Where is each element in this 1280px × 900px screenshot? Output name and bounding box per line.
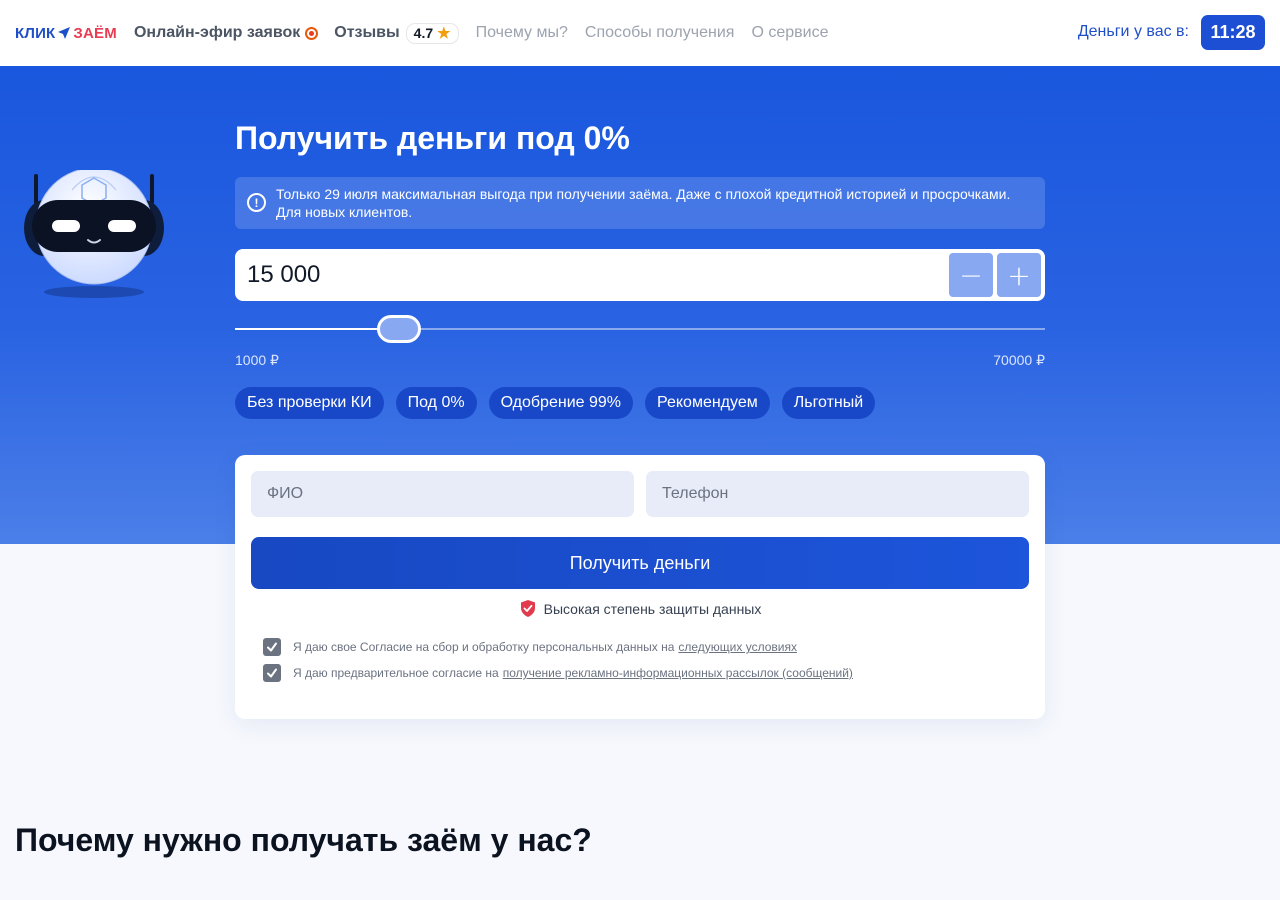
amount-control: − +: [235, 249, 1045, 301]
checkmark-icon: [267, 642, 277, 652]
site-header: КЛИК ЗАЁМ Онлайн-эфир заявок Отзывы 4.7 …: [0, 0, 1280, 66]
nav-reviews[interactable]: Отзывы 4.7 ★: [334, 22, 459, 44]
tag-preferential: Льготный: [781, 387, 876, 419]
checkmark-icon: [267, 668, 277, 678]
nav-about[interactable]: О сервисе: [751, 24, 828, 42]
application-form: Получить деньги Высокая степень защиты д…: [235, 455, 1045, 719]
tag-approval-rate: Одобрение 99%: [488, 387, 633, 419]
why-us-section-title: Почему нужно получать заём у нас?: [15, 822, 592, 858]
tag-recommended: Рекомендуем: [645, 387, 770, 419]
logo-text-part2: ЗАЁМ: [73, 24, 117, 42]
consent-marketing-link[interactable]: получение рекламно-информационных рассыл…: [503, 666, 853, 680]
data-security-text: Высокая степень защиты данных: [543, 600, 762, 617]
rating-value: 4.7: [413, 25, 434, 41]
consent-marketing-text: Я даю предварительное согласие на: [293, 666, 499, 680]
data-security-note: Высокая степень защиты данных: [235, 599, 1045, 618]
fio-input[interactable]: [251, 471, 634, 517]
amount-slider-fill: [235, 328, 399, 330]
nav-reviews-label: Отзывы: [334, 24, 400, 41]
shield-check-icon: [520, 600, 535, 617]
logo[interactable]: КЛИК ЗАЁМ: [15, 25, 117, 42]
logo-text-part1: КЛИК: [15, 24, 56, 42]
info-icon: !: [247, 193, 266, 212]
plus-icon: +: [1007, 258, 1031, 292]
nav-live-feed-label: Онлайн-эфир заявок: [133, 24, 301, 41]
consent-personal-data-link[interactable]: следующих условиях: [678, 640, 797, 654]
promo-notice-text: Только 29 июля максимальная выгода при п…: [276, 186, 1011, 220]
rating-badge: 4.7 ★: [405, 22, 459, 44]
decrease-amount-button[interactable]: −: [949, 253, 993, 297]
consent-personal-data-text: Я даю свое Согласие на сбор и обработку …: [293, 640, 675, 654]
minus-icon: −: [959, 258, 983, 292]
increase-amount-button[interactable]: +: [997, 253, 1041, 297]
hero-title: Получить деньги под 0%: [235, 120, 630, 156]
tag-no-credit-check: Без проверки КИ: [235, 387, 384, 419]
live-indicator-icon: [305, 26, 319, 40]
nav-receive-methods[interactable]: Способы получения: [585, 24, 735, 42]
nav-live-feed[interactable]: Онлайн-эфир заявок: [133, 24, 319, 42]
get-money-button[interactable]: Получить деньги: [251, 537, 1029, 589]
amount-max-label: 70000 ₽: [993, 352, 1045, 368]
money-eta-time: 11:28: [1201, 15, 1265, 50]
promo-notice: ! Только 29 июля максимальная выгода при…: [235, 177, 1045, 229]
tag-zero-percent: Под 0%: [395, 387, 477, 419]
amount-slider-thumb[interactable]: [377, 315, 421, 343]
nav-why-us[interactable]: Почему мы?: [476, 24, 568, 42]
phone-input[interactable]: [646, 471, 1029, 517]
amount-min-label: 1000 ₽: [235, 352, 279, 368]
consent-personal-data-checkbox[interactable]: [263, 638, 281, 656]
feature-tags: Без проверки КИ Под 0% Одобрение 99% Рек…: [235, 387, 876, 419]
robot-mascot: [24, 170, 164, 298]
star-icon: ★: [437, 25, 451, 42]
paper-plane-icon: [58, 27, 71, 39]
consent-marketing: Я даю предварительное согласие на получе…: [263, 664, 853, 682]
amount-input[interactable]: [247, 249, 847, 301]
money-eta-label: Деньги у вас в:: [1077, 23, 1189, 40]
consent-marketing-checkbox[interactable]: [263, 664, 281, 682]
amount-slider[interactable]: [235, 315, 1045, 343]
consent-personal-data: Я даю свое Согласие на сбор и обработку …: [263, 638, 797, 656]
